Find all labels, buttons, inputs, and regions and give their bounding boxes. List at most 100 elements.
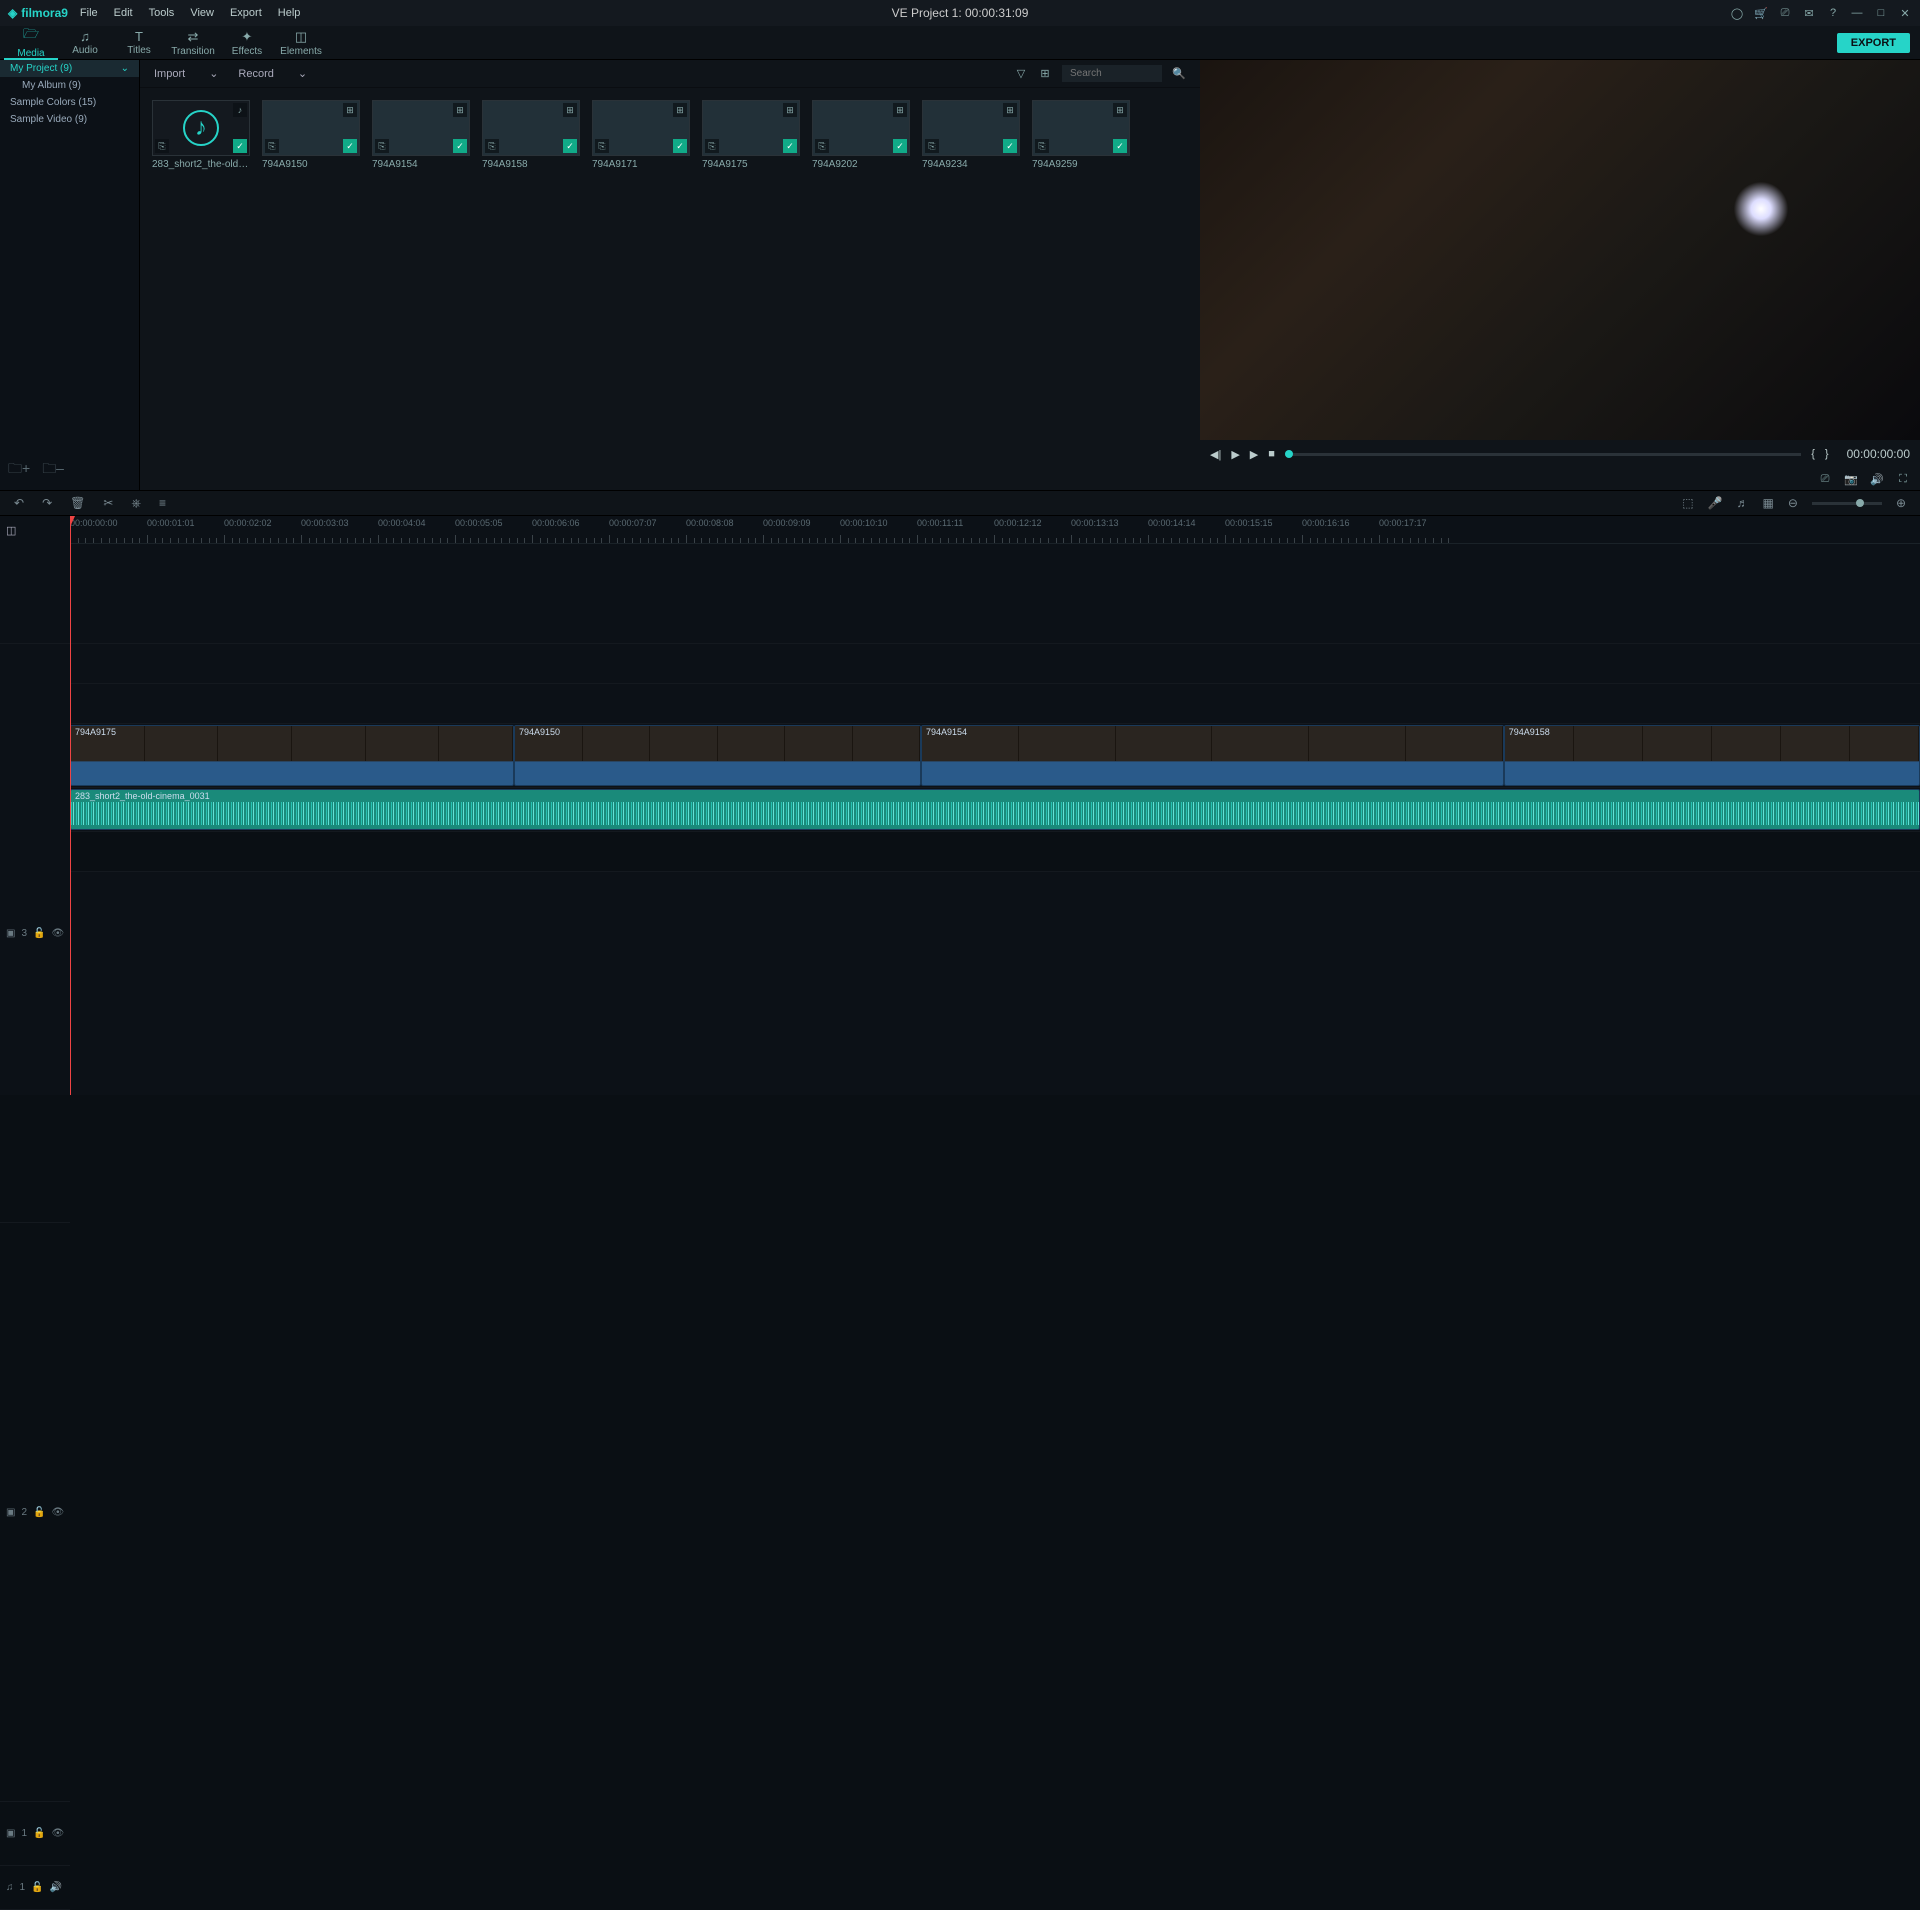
eye-icon[interactable]: 👁 (51, 1507, 64, 1518)
menu-edit[interactable]: Edit (114, 7, 133, 19)
lock-icon[interactable]: 🔓 (33, 1828, 45, 1839)
new-folder-icon[interactable]: 🗀+ (8, 458, 30, 482)
timeline: ◫ ▣3🔓👁 ▣2🔓👁 ▣1🔓👁 ♫1🔓🔊 00:00:00:0000:00:0… (0, 516, 1920, 1095)
delete-button[interactable]: 🗑 (70, 496, 85, 510)
speaker-icon[interactable]: 🔊 (50, 1882, 62, 1893)
playhead[interactable] (70, 516, 71, 1095)
redo-button[interactable]: ↷ (42, 496, 52, 510)
undo-button[interactable]: ↶ (14, 496, 24, 510)
help-icon[interactable]: ? (1826, 6, 1840, 20)
menu-export[interactable]: Export (230, 7, 262, 19)
preview-video[interactable] (1200, 60, 1920, 440)
play-button[interactable]: ▶ (1250, 448, 1258, 461)
export-button[interactable]: EXPORT (1837, 33, 1910, 53)
mixer-icon[interactable]: ♬ (1737, 496, 1749, 510)
media-clip[interactable]: ⊞⎘✓794A9202 (812, 100, 910, 170)
track-v1-header[interactable]: ▣1🔓👁 (0, 1802, 70, 1866)
media-clip[interactable]: ⊞⎘✓794A9154 (372, 100, 470, 170)
track-empty-bottom[interactable] (70, 832, 1920, 872)
track-manager-icon[interactable]: ◫ (6, 524, 16, 537)
track-v3-header[interactable]: ▣3🔓👁 (0, 644, 70, 1223)
filter-icon[interactable]: ▽ (1014, 67, 1028, 81)
record-dropdown[interactable]: Record⌄ (238, 67, 307, 80)
zoom-slider[interactable] (1812, 502, 1882, 505)
main-menu: File Edit Tools View Export Help (80, 7, 300, 19)
render-icon[interactable]: ▦ (1763, 496, 1774, 510)
track-a1[interactable]: 283_short2_the-old-cinema_0031 (70, 788, 1920, 832)
play-backward-button[interactable]: ▶ (1231, 448, 1239, 461)
volume-icon[interactable]: 🔊 (1870, 472, 1884, 486)
mark-in-icon[interactable]: { (1811, 448, 1815, 460)
media-clip[interactable]: ♪⎘✓283_short2_the-old-cine... (152, 100, 250, 170)
sidebar-sample-video[interactable]: Sample Video (9) (0, 111, 139, 128)
split-button[interactable]: ✂ (103, 496, 113, 510)
track-v2[interactable] (70, 684, 1920, 724)
track-a1-header[interactable]: ♫1🔓🔊 (0, 1866, 70, 1910)
tab-media[interactable]: 🗁Media (4, 26, 58, 60)
tab-elements[interactable]: ◫Elements (274, 26, 328, 60)
media-clip[interactable]: ⊞⎘✓794A9175 (702, 100, 800, 170)
video-clip[interactable]: 794A9154 (921, 725, 1504, 786)
marker-icon[interactable]: ⬚ (1682, 496, 1693, 510)
account-icon[interactable]: ◯ (1730, 6, 1744, 20)
prev-frame-button[interactable]: ◀| (1210, 448, 1221, 461)
media-clip[interactable]: ⊞⎘✓794A9158 (482, 100, 580, 170)
crop-button[interactable]: ⎈ (131, 496, 141, 511)
sidebar-my-album[interactable]: My Album (9) (0, 77, 139, 94)
eye-icon[interactable]: 👁 (51, 928, 64, 939)
audio-clip[interactable]: 283_short2_the-old-cinema_0031 (70, 789, 1920, 830)
sidebar-my-project[interactable]: My Project (9)⌄ (0, 60, 139, 77)
lock-icon[interactable]: 🔓 (33, 1507, 45, 1518)
lock-icon[interactable]: 🔓 (33, 928, 45, 939)
titlebar: filmora9 File Edit Tools View Export Hel… (0, 0, 1920, 26)
track-v3[interactable] (70, 644, 1920, 684)
media-clip[interactable]: ⊞⎘✓794A9171 (592, 100, 690, 170)
tab-effects[interactable]: ✦Effects (220, 26, 274, 60)
search-icon[interactable]: 🔍 (1172, 67, 1186, 81)
tab-titles[interactable]: TTitles (112, 26, 166, 60)
video-clip[interactable]: 794A9175 (70, 725, 514, 786)
lock-icon[interactable]: 🔓 (31, 1882, 43, 1893)
mail-icon[interactable]: ✉ (1802, 6, 1816, 20)
clip-name: 794A9171 (592, 159, 690, 170)
timeline-ruler[interactable]: 00:00:00:0000:00:01:0100:00:02:0200:00:0… (70, 516, 1920, 544)
cart-icon[interactable]: 🛒 (1754, 6, 1768, 20)
media-clip[interactable]: ⊞⎘✓794A9259 (1032, 100, 1130, 170)
track-empty-spacer[interactable] (70, 544, 1920, 644)
zoom-in-icon[interactable]: ⊕ (1896, 496, 1906, 510)
tab-transition[interactable]: ⇄Transition (166, 26, 220, 60)
preview-timecode: 00:00:00:00 (1847, 447, 1910, 461)
menu-view[interactable]: View (190, 7, 214, 19)
eye-icon[interactable]: 👁 (51, 1828, 64, 1839)
fullscreen-icon[interactable]: ⛶ (1896, 472, 1910, 486)
video-clip[interactable]: 794A9150 (514, 725, 921, 786)
snapshot-icon[interactable]: ⎚ (1818, 472, 1832, 486)
media-clip[interactable]: ⊞⎘✓794A9234 (922, 100, 1020, 170)
camera-icon[interactable]: 📷 (1844, 472, 1858, 486)
menu-file[interactable]: File (80, 7, 98, 19)
tab-audio[interactable]: ♫Audio (58, 26, 112, 60)
search-input[interactable] (1062, 65, 1162, 82)
zoom-out-icon[interactable]: ⊖ (1788, 496, 1798, 510)
preview-scrubber[interactable] (1285, 453, 1801, 456)
clip-name: 794A9202 (812, 159, 910, 170)
maximize-icon[interactable]: □ (1874, 6, 1888, 20)
grid-view-icon[interactable]: ⊞ (1038, 67, 1052, 81)
mic-icon[interactable]: 🎤 (1708, 496, 1723, 510)
minimize-icon[interactable]: — (1850, 6, 1864, 20)
stop-button[interactable]: ■ (1268, 448, 1275, 460)
video-clip[interactable]: 794A9158 (1504, 725, 1920, 786)
adjust-button[interactable]: ≡ (159, 496, 166, 510)
close-icon[interactable]: ✕ (1898, 6, 1912, 20)
music-icon: ♫ (80, 29, 90, 44)
delete-folder-icon[interactable]: 🗀– (42, 458, 64, 482)
menu-tools[interactable]: Tools (149, 7, 175, 19)
menu-help[interactable]: Help (278, 7, 301, 19)
sidebar-sample-colors[interactable]: Sample Colors (15) (0, 94, 139, 111)
track-v1[interactable]: 794A9175794A9150794A9154794A9158 (70, 724, 1920, 788)
media-clip[interactable]: ⊞⎘✓794A9150 (262, 100, 360, 170)
notification-icon[interactable]: ⎚ (1778, 6, 1792, 20)
import-dropdown[interactable]: Import⌄ (154, 67, 218, 80)
track-v2-header[interactable]: ▣2🔓👁 (0, 1223, 70, 1802)
mark-out-icon[interactable]: } (1825, 448, 1829, 460)
